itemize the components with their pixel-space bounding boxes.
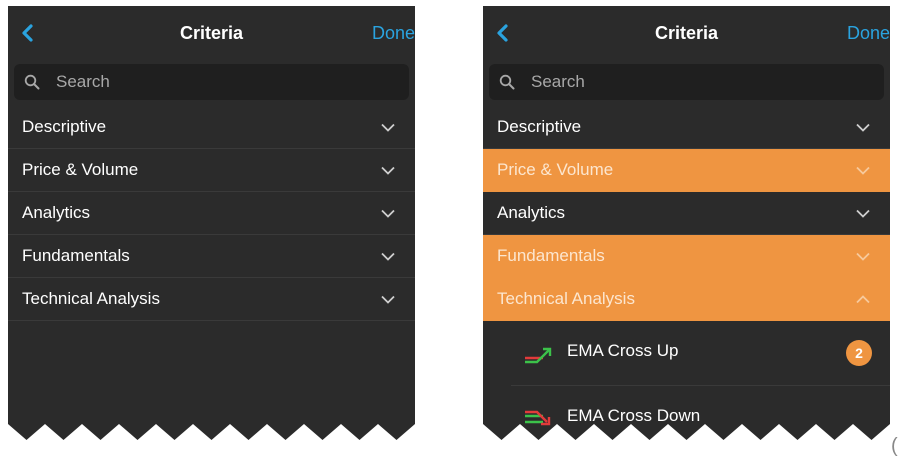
search-input[interactable] <box>56 64 401 100</box>
chevron-up-icon <box>856 295 870 304</box>
sub-item-label: EMA Cross Up <box>567 341 679 360</box>
criteria-screen-collapsed: Criteria Done Descriptive Price & Volume… <box>8 6 415 440</box>
search-input[interactable] <box>531 64 876 100</box>
torn-edge <box>483 424 890 440</box>
category-row-descriptive[interactable]: Descriptive <box>8 106 415 149</box>
category-label: Descriptive <box>22 117 107 136</box>
chevron-down-icon <box>381 123 395 132</box>
chevron-down-icon <box>381 209 395 218</box>
category-label: Fundamentals <box>497 246 605 265</box>
search-bar[interactable] <box>489 64 884 100</box>
category-row-fundamentals[interactable]: Fundamentals <box>483 235 890 278</box>
sub-item-ema-cross-up[interactable]: EMA Cross Up 2 <box>483 321 890 385</box>
chevron-down-icon <box>856 209 870 218</box>
category-row-price-volume[interactable]: Price & Volume <box>483 149 890 192</box>
category-row-descriptive[interactable]: Descriptive <box>483 106 890 149</box>
category-label: Price & Volume <box>22 160 139 179</box>
done-button[interactable]: Done <box>372 22 415 44</box>
criteria-screen-selected: Criteria Done Descriptive Price & Volume… <box>483 6 890 440</box>
category-row-fundamentals[interactable]: Fundamentals <box>8 235 415 278</box>
category-label: Price & Volume <box>497 160 614 179</box>
page-number: ( <box>891 435 898 457</box>
category-label: Technical Analysis <box>22 289 160 308</box>
chevron-down-icon <box>381 252 395 261</box>
chevron-down-icon <box>856 252 870 261</box>
page-title: Criteria <box>654 23 719 43</box>
ema-cross-up-icon <box>525 347 552 364</box>
chevron-down-icon <box>381 166 395 175</box>
page-title: Criteria <box>179 23 244 43</box>
done-button[interactable]: Done <box>847 22 890 44</box>
category-label: Descriptive <box>497 117 582 136</box>
count-badge: 2 <box>846 340 872 366</box>
category-row-technical-analysis[interactable]: Technical Analysis <box>8 278 415 321</box>
category-row-analytics[interactable]: Analytics <box>483 192 890 235</box>
criteria-list: Descriptive Price & Volume Analytics Fun… <box>483 106 890 440</box>
category-label: Analytics <box>22 203 91 222</box>
navbar: Criteria Done <box>8 6 415 60</box>
category-row-analytics[interactable]: Analytics <box>8 192 415 235</box>
torn-edge <box>8 424 415 440</box>
criteria-list: Descriptive Price & Volume Analytics Fun… <box>8 106 415 321</box>
chevron-down-icon <box>856 123 870 132</box>
category-label: Technical Analysis <box>497 289 635 308</box>
search-icon <box>499 74 515 90</box>
chevron-down-icon <box>856 166 870 175</box>
category-label: Analytics <box>497 203 566 222</box>
category-label: Fundamentals <box>22 246 130 265</box>
category-row-price-volume[interactable]: Price & Volume <box>8 149 415 192</box>
category-row-technical-analysis[interactable]: Technical Analysis <box>483 278 890 321</box>
navbar: Criteria Done <box>483 6 890 60</box>
search-bar[interactable] <box>14 64 409 100</box>
chevron-down-icon <box>381 295 395 304</box>
search-icon <box>24 74 40 90</box>
